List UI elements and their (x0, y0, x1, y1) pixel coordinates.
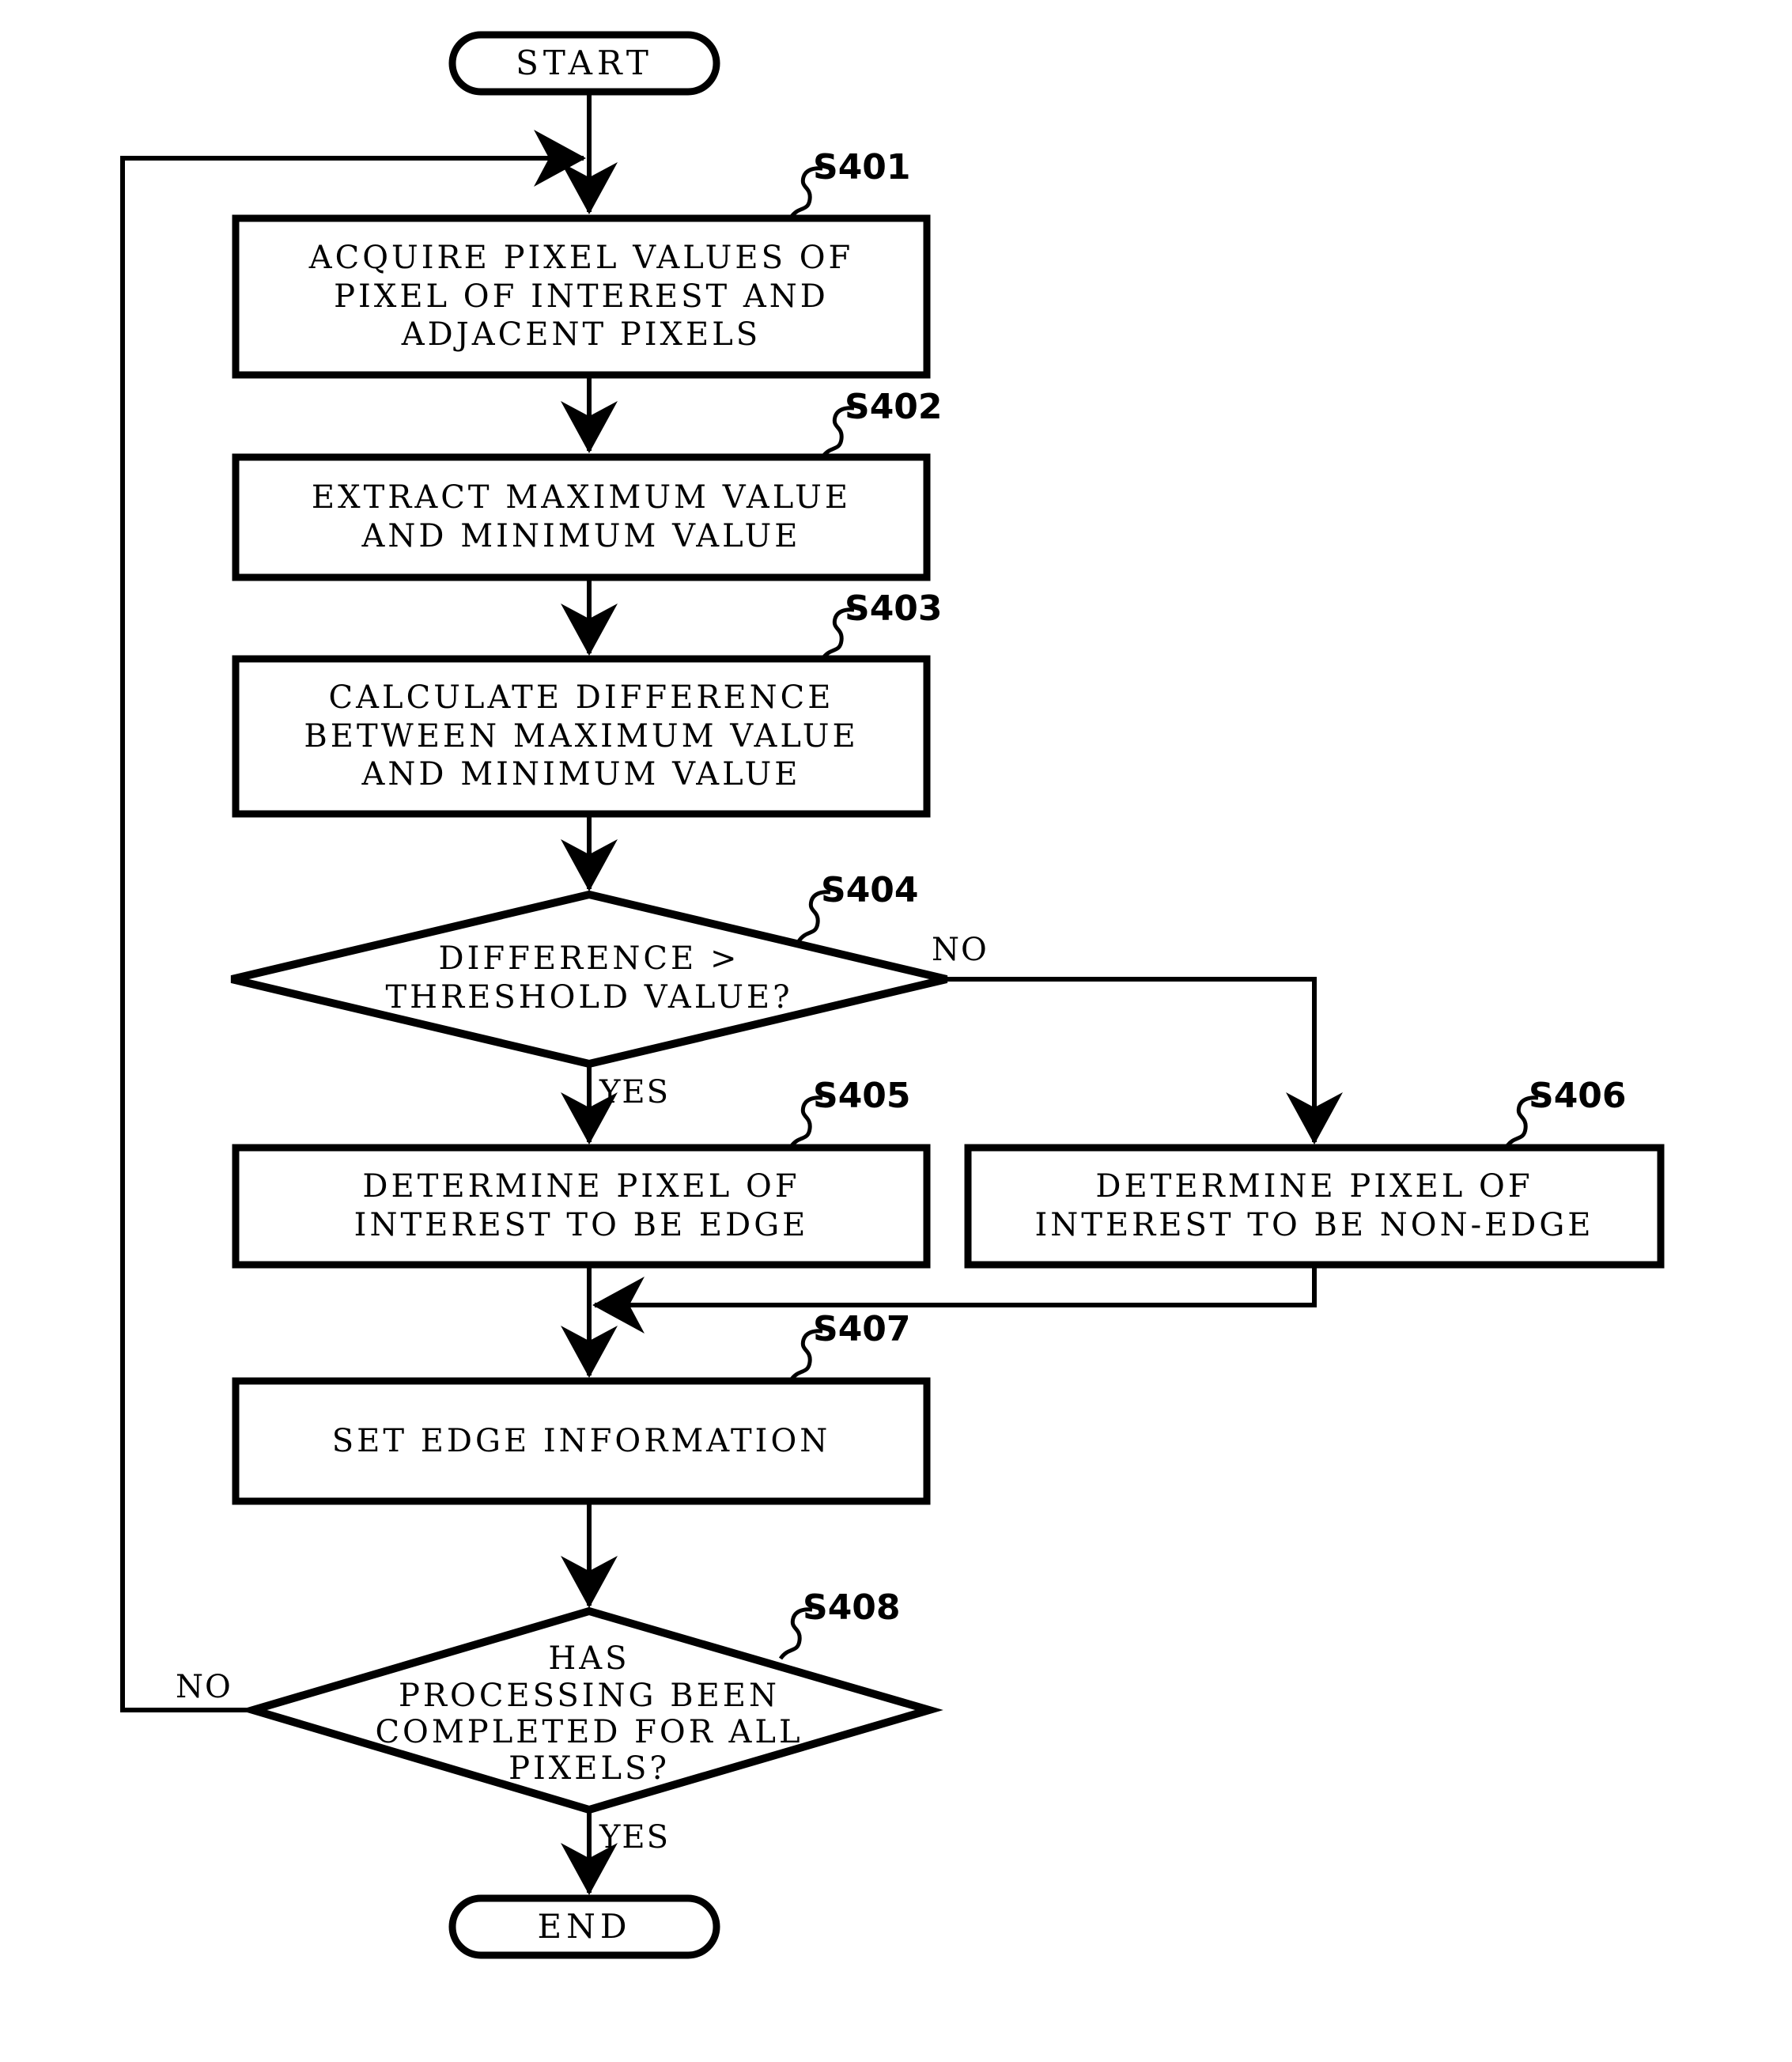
s407-box-shape (232, 1377, 931, 1505)
step-label-s406: S406 (1529, 1076, 1627, 1116)
step-label-s403: S403 (845, 588, 943, 629)
s401-box-shape (232, 214, 931, 379)
s405-box-shape (232, 1144, 931, 1269)
step-label-s407: S407 (813, 1309, 911, 1349)
branch-label-s404-no: NO (932, 932, 989, 968)
branch-label-s408-yes: YES (599, 1819, 671, 1856)
s404-diamond-shape (230, 890, 948, 1069)
step-label-s408: S408 (803, 1587, 901, 1628)
step-label-s402: S402 (845, 387, 943, 427)
step-label-s401: S401 (813, 147, 911, 187)
flowchart-canvas: START ACQUIRE PIXEL VALUES OF PIXEL OF I… (0, 0, 1792, 2062)
end-terminator-shape (448, 1894, 720, 1959)
flowchart-vector-layer (120, 31, 1665, 1959)
start-terminator-shape (448, 31, 720, 96)
branch-label-s408-no: NO (176, 1669, 233, 1705)
connector-s404-no-to-s406 (947, 977, 1343, 1145)
branch-label-s404-yes: YES (599, 1074, 671, 1110)
s408-diamond-shape (239, 1606, 943, 1814)
s406-box-shape (964, 1144, 1665, 1269)
step-label-s404: S404 (821, 870, 919, 910)
connector-s406-to-merge (592, 1265, 1317, 1334)
step-label-s405: S405 (813, 1076, 911, 1116)
s402-box-shape (232, 453, 931, 581)
s403-box-shape (232, 655, 931, 818)
